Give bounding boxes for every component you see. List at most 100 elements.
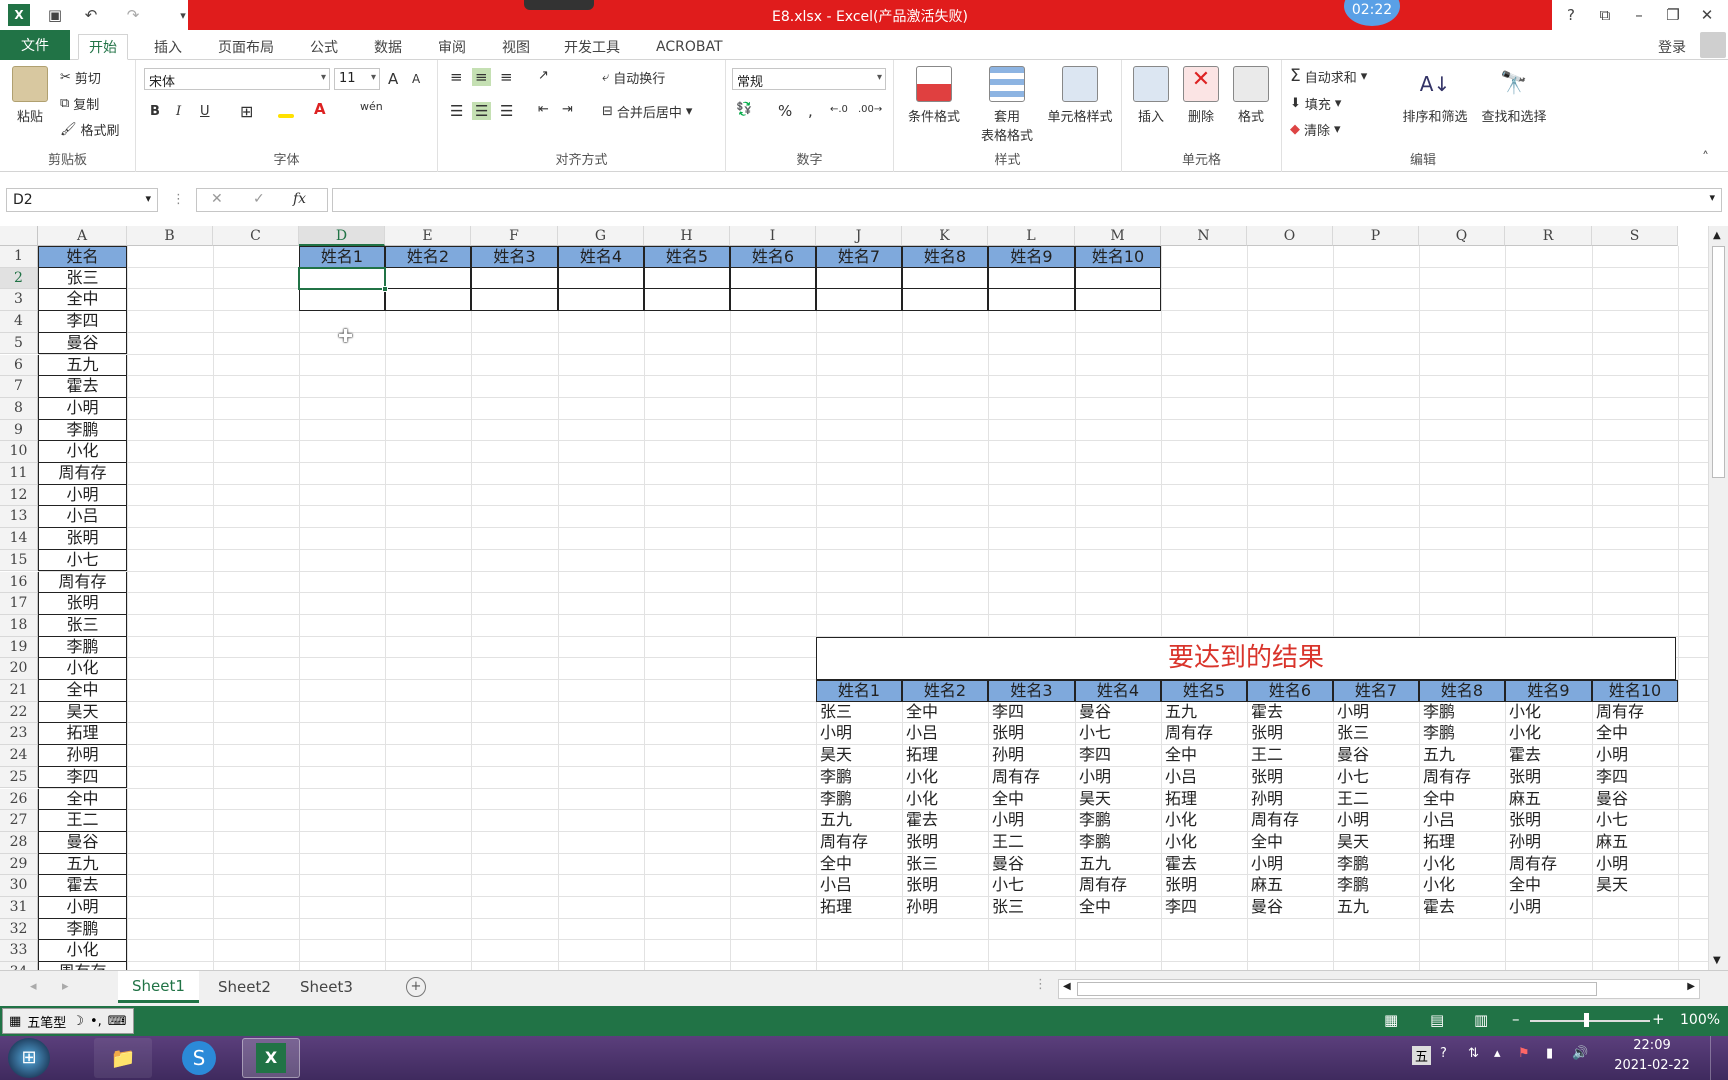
name-cell[interactable]: 小七 [38, 549, 127, 572]
column-header[interactable]: L [988, 226, 1075, 246]
zoom-out-icon[interactable]: – [1512, 1010, 1520, 1028]
insert-function-icon[interactable]: fx [293, 191, 306, 207]
scroll-down-icon[interactable]: ▼ [1713, 955, 1721, 966]
column-header[interactable]: B [127, 226, 213, 246]
input-cell[interactable] [730, 267, 816, 290]
input-cell[interactable] [1075, 289, 1161, 312]
redo-icon[interactable]: ↷ [122, 4, 144, 26]
worksheet-grid[interactable]: A B C D E F G H I J K L M N O P Q R S 1 2 3 4 5 6 7 8 9 10 11 12 13 14 15… [0, 226, 1708, 970]
tab-home[interactable]: 开始 [78, 34, 128, 60]
fill-button[interactable]: ⬇ 填充 ▾ [1290, 94, 1341, 113]
show-hidden-icon[interactable]: ▴ [1494, 1046, 1501, 1061]
zoom-slider-thumb[interactable] [1584, 1013, 1589, 1027]
row-header[interactable]: 3 [0, 289, 38, 312]
insert-cells-button[interactable]: 插入 [1128, 66, 1174, 125]
paste-button[interactable]: 粘贴 [8, 66, 52, 125]
fill-handle[interactable] [382, 286, 388, 293]
name-cell[interactable]: 小化 [38, 441, 127, 463]
column-header[interactable]: D [299, 226, 385, 246]
column-header[interactable]: E [385, 226, 471, 246]
row-header[interactable]: 33 [0, 940, 38, 963]
input-cell[interactable] [558, 289, 644, 312]
grow-font-button[interactable]: A [388, 70, 398, 88]
name-cell[interactable]: 周有存 [38, 463, 127, 485]
row-header[interactable]: 29 [0, 853, 38, 876]
find-select-button[interactable]: 🔭 查找和选择 [1476, 66, 1552, 125]
row-header[interactable]: 25 [0, 766, 38, 789]
column-header[interactable]: C [213, 226, 299, 246]
format-cells-button[interactable]: 格式 [1228, 66, 1274, 125]
name-cell[interactable]: 霍去 [38, 875, 127, 897]
wrap-text-button[interactable]: ⤶ 自动换行 [602, 68, 665, 87]
clock-date[interactable]: 2021-02-22 [1612, 1058, 1692, 1073]
name-cell[interactable]: 小明 [38, 397, 127, 420]
tab-page-layout[interactable]: 页面布局 [208, 34, 284, 60]
input-cell[interactable] [988, 289, 1075, 312]
italic-button[interactable]: I [176, 104, 181, 119]
underline-button[interactable]: U [200, 104, 210, 119]
name-cell[interactable]: 李鹏 [38, 419, 127, 442]
show-desktop-button[interactable] [1710, 1036, 1728, 1080]
header-cell[interactable]: 姓名5 [644, 246, 730, 268]
name-cell[interactable]: 小化 [38, 658, 127, 680]
page-layout-view-icon[interactable]: ▤ [1430, 1011, 1444, 1029]
clock-time[interactable]: 22:09 [1612, 1038, 1692, 1053]
name-cell[interactable]: 李鹏 [38, 918, 127, 941]
prev-sheet-icon[interactable]: ◂ [30, 979, 37, 994]
save-icon[interactable]: ▣ [44, 4, 66, 26]
sheet-tab-2[interactable]: Sheet2 [204, 971, 285, 1003]
tab-view[interactable]: 视图 [492, 34, 540, 60]
increase-indent-icon[interactable]: ⇥ [562, 102, 573, 117]
row-header[interactable]: 1 [0, 246, 38, 268]
fill-color-icon[interactable] [278, 102, 294, 118]
column-header[interactable]: J [816, 226, 902, 246]
name-cell[interactable]: 全中 [38, 289, 127, 312]
column-header[interactable]: I [730, 226, 816, 246]
horizontal-scroll-thumb[interactable] [1077, 982, 1597, 996]
tray-ime[interactable]: 五 [1412, 1046, 1432, 1065]
name-cell[interactable]: 五九 [38, 354, 127, 377]
header-cell[interactable]: 姓名3 [471, 246, 558, 268]
name-cell[interactable]: 曼谷 [38, 831, 127, 854]
name-cell[interactable]: 全中 [38, 680, 127, 702]
column-header[interactable]: A [38, 226, 127, 246]
conditional-format-button[interactable]: 条件格式 [902, 66, 966, 125]
row-header[interactable]: 19 [0, 636, 38, 659]
header-cell[interactable]: 姓名1 [299, 246, 385, 268]
horizontal-scrollbar[interactable]: ◀ ▶ [1058, 979, 1700, 999]
input-cell[interactable] [299, 267, 385, 290]
clear-button[interactable]: ◆ 清除 ▾ [1290, 120, 1341, 139]
name-cell[interactable]: 曼谷 [38, 332, 127, 355]
row-header[interactable]: 30 [0, 875, 38, 897]
sheet-tab-1[interactable]: Sheet1 [118, 971, 199, 1003]
row-header[interactable]: 17 [0, 593, 38, 615]
column-header[interactable]: G [558, 226, 644, 246]
row-header[interactable]: 7 [0, 376, 38, 398]
input-cell[interactable] [385, 289, 471, 312]
column-header[interactable]: R [1505, 226, 1592, 246]
currency-icon[interactable]: 💱 [736, 102, 752, 117]
header-cell[interactable]: 姓名10 [1075, 246, 1161, 268]
align-bottom-icon[interactable]: ≡ [500, 68, 513, 86]
user-avatar-icon[interactable] [1700, 32, 1726, 58]
align-center-icon[interactable]: ☰ [472, 102, 492, 120]
scroll-up-icon[interactable]: ▲ [1713, 230, 1721, 241]
row-header[interactable]: 12 [0, 484, 38, 507]
normal-view-icon[interactable]: ▦ [1384, 1011, 1398, 1029]
vertical-scroll-thumb[interactable] [1712, 246, 1725, 478]
row-header[interactable]: 21 [0, 680, 38, 702]
tab-review[interactable]: 审阅 [428, 34, 476, 60]
font-color-icon[interactable]: A [314, 100, 326, 118]
row-header[interactable]: 2 [0, 267, 38, 290]
maximize-icon[interactable]: ❐ [1658, 2, 1688, 28]
zoom-level[interactable]: 100% [1680, 1012, 1720, 1028]
add-sheet-icon[interactable]: + [406, 977, 426, 997]
input-cell[interactable] [902, 289, 988, 312]
column-header[interactable]: N [1161, 226, 1247, 246]
input-cell[interactable] [644, 289, 730, 312]
name-cell[interactable]: 小吕 [38, 506, 127, 529]
orientation-icon[interactable]: ↗ [538, 68, 549, 83]
split-handle-icon[interactable]: ⋮ [1034, 977, 1047, 992]
next-sheet-icon[interactable]: ▸ [62, 979, 69, 994]
header-cell[interactable]: 姓名9 [988, 246, 1075, 268]
